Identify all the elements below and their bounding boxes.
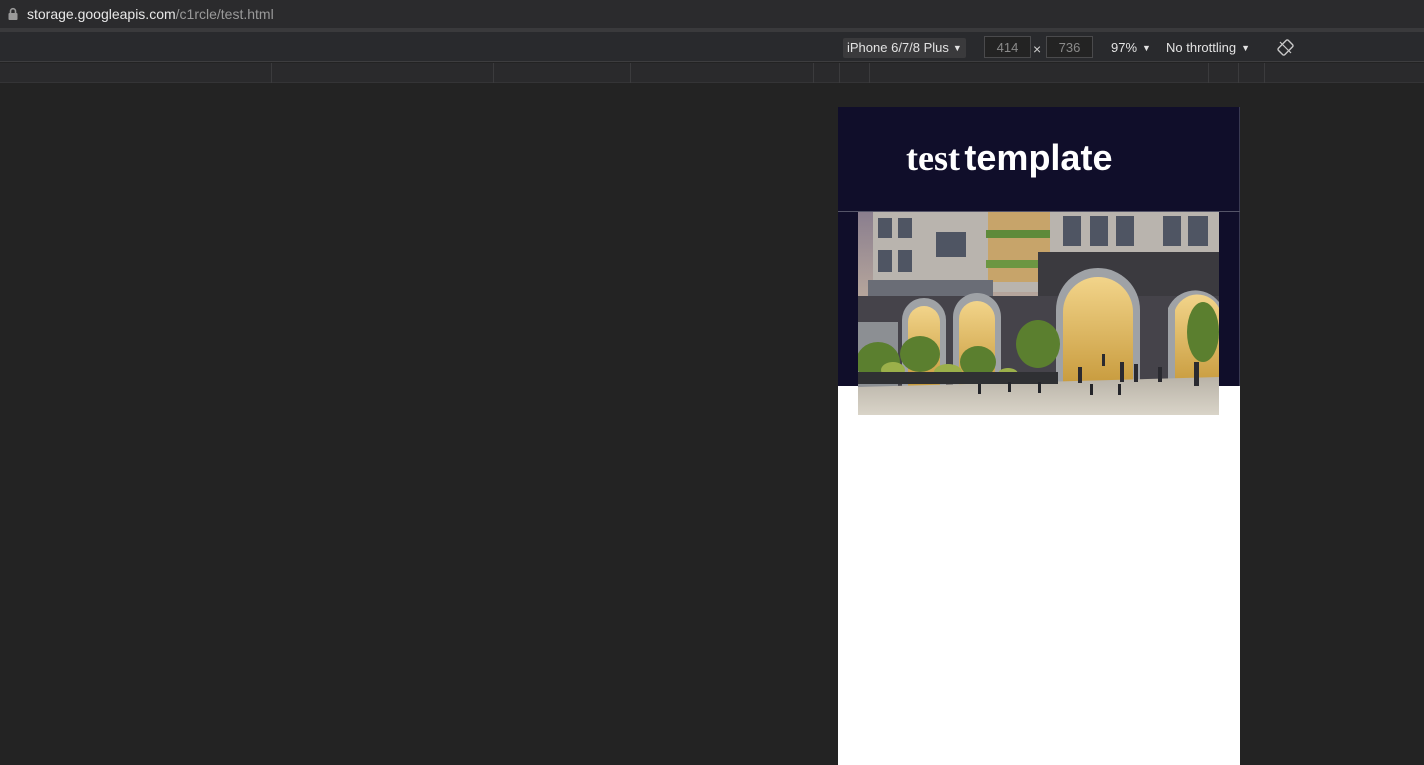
media-query-bar[interactable]	[0, 63, 1424, 83]
emulated-page: test template	[838, 107, 1240, 765]
media-query-segment[interactable]	[814, 63, 840, 83]
chevron-down-icon: ▼	[1142, 43, 1151, 53]
media-query-segment[interactable]	[0, 63, 272, 83]
media-query-segment[interactable]	[1209, 63, 1239, 83]
title-word-test: test	[906, 138, 960, 178]
device-dropdown[interactable]: iPhone 6/7/8 Plus ▼	[843, 38, 966, 58]
url-host: storage.googleapis.com	[27, 6, 176, 22]
zoom-dropdown-label: 97%	[1111, 40, 1138, 55]
media-query-segment[interactable]	[272, 63, 494, 83]
rotate-icon[interactable]	[1277, 39, 1294, 56]
hero-building-image	[858, 212, 1219, 415]
page-title: test template	[906, 137, 1112, 179]
address-bar[interactable]: storage.googleapis.com/c1rcle/test.html	[0, 0, 1424, 28]
media-query-segment[interactable]	[631, 63, 814, 83]
lock-icon	[7, 7, 21, 21]
width-input[interactable]	[984, 36, 1031, 58]
zoom-dropdown[interactable]: 97% ▼	[1111, 38, 1151, 58]
device-toolbar: iPhone 6/7/8 Plus ▼ × 97% ▼ No throttlin…	[0, 32, 1424, 62]
chevron-down-icon: ▼	[1241, 43, 1251, 53]
media-query-segment[interactable]	[840, 63, 870, 83]
chevron-down-icon: ▼	[952, 43, 962, 53]
media-query-segment[interactable]	[870, 63, 1209, 83]
height-input[interactable]	[1046, 36, 1093, 58]
throttling-dropdown[interactable]: No throttling ▼	[1166, 38, 1250, 58]
url-path: /c1rcle/test.html	[175, 6, 274, 22]
title-word-template: template	[964, 137, 1113, 178]
device-dropdown-label: iPhone 6/7/8 Plus	[847, 40, 949, 55]
throttling-dropdown-label: No throttling	[1166, 40, 1237, 55]
media-query-segment[interactable]	[494, 63, 631, 83]
media-query-segment[interactable]	[1239, 63, 1265, 83]
dimension-separator: ×	[1033, 41, 1042, 57]
